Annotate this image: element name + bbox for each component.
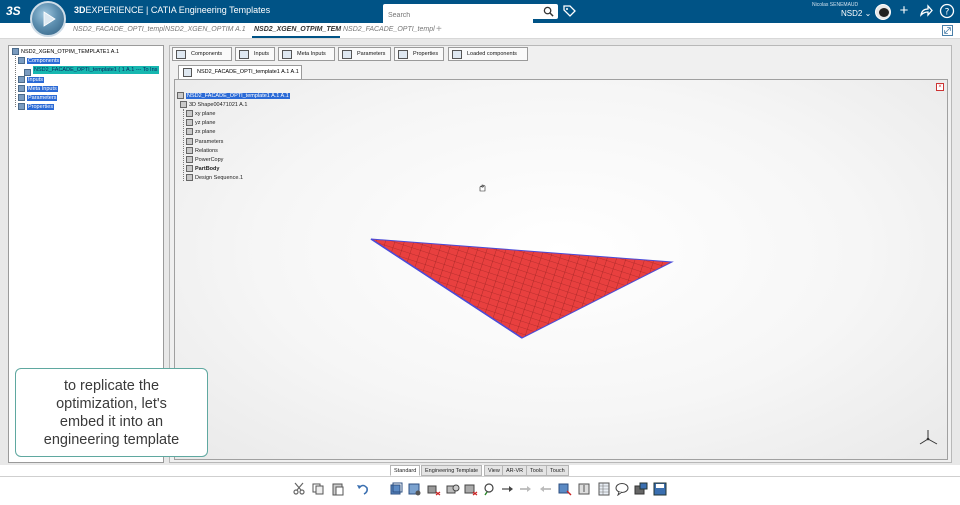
viewport-tree-item[interactable]: Design Sequence.1: [186, 174, 243, 182]
play-icon: [43, 11, 56, 27]
plane-icon: [186, 119, 193, 127]
caption-line: engineering template: [43, 432, 180, 448]
shape-icon: [180, 101, 187, 109]
axis-triad-icon: [919, 430, 938, 445]
plane-icon: [186, 128, 193, 136]
viewport-tree-item[interactable]: Relations: [186, 147, 218, 155]
viewport-tree-item[interactable]: PowerCopy: [186, 156, 223, 164]
powercopy-icon: [186, 156, 193, 164]
compass-icon[interactable]: [30, 1, 66, 37]
viewport-tree-label: Design Sequence.1: [195, 175, 244, 181]
plane-icon: [186, 110, 193, 118]
template-icon: [177, 92, 184, 100]
design-sequence-icon: [186, 174, 193, 182]
caption-overlay: to replicate the optimization, let's emb…: [15, 368, 208, 457]
viewport-tree-label: Parameters: [195, 139, 224, 145]
caption-line: embed it into an: [59, 414, 164, 430]
viewport-tree-label: Relations: [195, 148, 218, 154]
viewport-tree-item[interactable]: xy plane: [186, 110, 216, 118]
viewport-tree-label: xy plane: [195, 111, 216, 117]
viewport-tree-label: PartBody: [195, 166, 220, 172]
viewport-tree-root-label: NSD2_FACADE_OPTI_template1 A.1 A.1: [186, 93, 290, 99]
viewport-tree-root[interactable]: NSD2_FACADE_OPTI_template1 A.1 A.1: [177, 92, 290, 100]
viewport-tree-label: 3D Shape00471021 A.1: [189, 102, 248, 108]
parameters-icon: [186, 138, 193, 146]
viewport-tree-label: yz plane: [195, 120, 216, 126]
viewport-tree-shape[interactable]: 3D Shape00471021 A.1: [180, 101, 247, 109]
viewport-tree-item[interactable]: PartBody: [186, 165, 219, 173]
close-icon[interactable]: ×: [936, 83, 944, 91]
partbody-icon: [186, 165, 193, 173]
caption-line: optimization, let's: [56, 396, 167, 412]
hand-cursor-icon: [479, 184, 486, 192]
viewport-tree-item[interactable]: Parameters: [186, 138, 223, 146]
caption-line: to replicate the: [63, 378, 160, 394]
viewport-tree-label: PowerCopy: [195, 157, 224, 163]
app-window: 3S 3DEXPERIENCE | CATIA Engineering Temp…: [0, 0, 960, 505]
viewport-tree-item[interactable]: zx plane: [186, 128, 216, 136]
viewport-tree-label: zx plane: [195, 129, 216, 135]
viewport-tree-item[interactable]: yz plane: [186, 119, 216, 127]
relations-icon: [186, 147, 193, 155]
tree-connector: [183, 109, 184, 181]
